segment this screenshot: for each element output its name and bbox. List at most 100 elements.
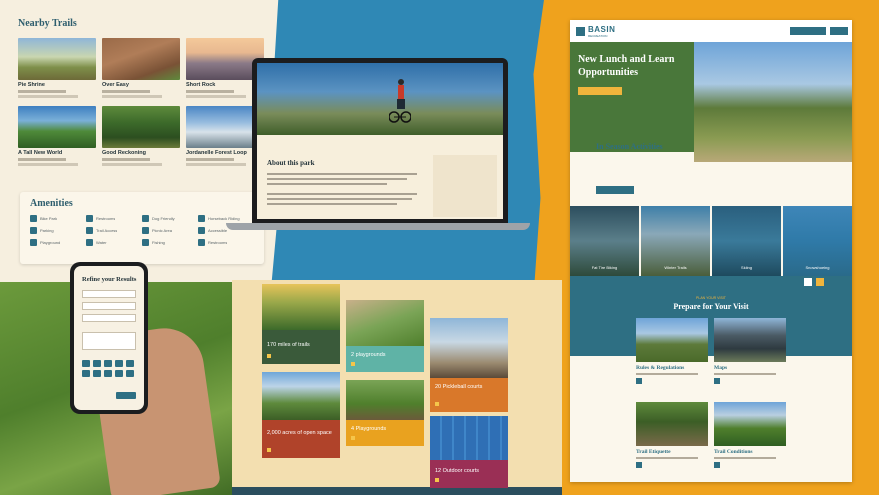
tile-photo: [262, 284, 340, 330]
text-line: [267, 178, 407, 180]
stat-tile[interactable]: 2 playgrounds: [346, 300, 424, 372]
text-line: [267, 193, 417, 195]
trail-meta: [18, 163, 78, 166]
restroom-icon: [86, 215, 93, 222]
tile-link[interactable]: [267, 448, 271, 452]
stat-tile[interactable]: 4 Playgrounds: [346, 380, 424, 446]
amenity-filter-chip[interactable]: [93, 370, 101, 377]
tile-label: 2,000 acres of open space: [267, 430, 332, 436]
filter-field[interactable]: [82, 302, 136, 310]
stat-tile[interactable]: 12 Outdoor courts: [430, 416, 508, 488]
apply-filters-button[interactable]: [116, 392, 136, 399]
tile-link[interactable]: [267, 354, 271, 358]
tile-photo: [430, 318, 508, 378]
season-view-all-button[interactable]: [596, 186, 634, 194]
amenity-filter-chip[interactable]: [82, 370, 90, 377]
amenity-filter-chip[interactable]: [93, 360, 101, 367]
activity-card[interactable]: Fat Tire Biking: [570, 206, 639, 276]
amenity-filter-chip[interactable]: [126, 360, 134, 367]
stat-tile[interactable]: 20 Pickleball courts: [430, 318, 508, 412]
tile-label: 12 Outdoor courts: [435, 468, 480, 474]
tile-photo: [430, 416, 508, 460]
trail-meta: [102, 158, 150, 161]
prep-card-photo: [714, 318, 786, 362]
arrow-icon: [435, 478, 439, 482]
tile-photo: [346, 380, 424, 420]
stat-tile[interactable]: 170 miles of trails: [262, 284, 340, 364]
hero-learn-more-button[interactable]: [578, 87, 622, 95]
amenity-item: Picnic Area: [142, 227, 198, 234]
trail-thumbnail: [18, 38, 96, 80]
activity-row: Fat Tire Biking Winter Trails Skiing Sno…: [570, 206, 852, 276]
laptop-hero-photo: [257, 63, 503, 135]
nearby-trails-title: Nearby Trails: [18, 18, 77, 29]
in-season-section: In Season Activities: [596, 140, 726, 151]
amenity-filter-chip[interactable]: [82, 360, 90, 367]
tile-label: 4 Playgrounds: [351, 426, 387, 432]
prep-card[interactable]: Trail Conditions: [714, 402, 786, 468]
amenity-item: Fishing: [142, 239, 198, 246]
carousel-next-button[interactable]: [816, 278, 824, 286]
trail-grid: Pie Shrine Over Easy Short Rock A Tall N…: [18, 38, 264, 166]
trail-card[interactable]: Over Easy: [102, 38, 180, 98]
activity-card[interactable]: Skiing: [712, 206, 781, 276]
text-line: [714, 457, 776, 459]
prep-card[interactable]: Trail Etiquette: [636, 402, 708, 468]
text-line: [714, 373, 776, 375]
trail-meta: [18, 90, 66, 93]
amenity-filter-chip[interactable]: [104, 370, 112, 377]
arrow-icon: [351, 362, 355, 366]
stat-tile[interactable]: 2,000 acres of open space: [262, 372, 340, 458]
prep-card[interactable]: Rules & Regulations: [636, 318, 708, 384]
arrow-icon: [351, 436, 355, 440]
trail-meta: [186, 163, 246, 166]
trail-thumbnail: [18, 106, 96, 148]
tile-link[interactable]: [351, 362, 355, 366]
trail-card[interactable]: Good Reckoning: [102, 106, 180, 166]
header-cta-button[interactable]: [790, 27, 826, 35]
trail-thumbnail: [102, 106, 180, 148]
tile-link[interactable]: [435, 478, 439, 482]
tile-photo: [262, 372, 340, 420]
prepare-band: PLAN YOUR VISIT Prepare for Your Visit: [570, 276, 852, 356]
hero-panel: New Lunch and Learn Opportunities: [570, 42, 694, 152]
arrow-icon: [714, 378, 720, 384]
amenity-item: Restrooms: [198, 239, 254, 246]
carousel-prev-button[interactable]: [804, 278, 812, 286]
amenity-item: Trail Access: [86, 227, 142, 234]
filter-options[interactable]: [82, 332, 136, 350]
trail-meta: [186, 90, 234, 93]
prep-card-title: Trail Conditions: [714, 449, 753, 455]
refine-results-title: Refine your Results: [82, 276, 137, 283]
laptop-base: [226, 223, 530, 230]
arrow-icon: [636, 462, 642, 468]
tile-label: 20 Pickleball courts: [435, 384, 483, 390]
tile-link[interactable]: [435, 402, 439, 406]
activity-card[interactable]: Snowshoeing: [783, 206, 852, 276]
amenity-filter-chip[interactable]: [126, 370, 134, 377]
amenity-filter-chip[interactable]: [115, 360, 123, 367]
activity-card[interactable]: Winter Trails: [641, 206, 710, 276]
prep-card[interactable]: Maps: [714, 318, 786, 384]
picnic-icon: [142, 227, 149, 234]
tile-link[interactable]: [351, 436, 355, 440]
amenity-item: Playground: [30, 239, 86, 246]
text-line: [267, 203, 397, 205]
amenity-item: Horseback Riding: [198, 215, 254, 222]
amenity-item: Dog Friendly: [142, 215, 198, 222]
menu-button[interactable]: [830, 27, 848, 35]
mountain-biker-icon: [389, 79, 411, 123]
basin-logo-icon: [576, 26, 585, 36]
site-logo[interactable]: BASIN RECREATION: [588, 25, 615, 38]
filter-field[interactable]: [82, 290, 136, 298]
trail-meta: [102, 163, 162, 166]
amenity-filter-chip[interactable]: [115, 370, 123, 377]
bottom-strip: [232, 487, 562, 495]
trail-card[interactable]: Pie Shrine: [18, 38, 96, 98]
trail-card[interactable]: A Tall New World: [18, 106, 96, 166]
amenity-item: Bike Park: [30, 215, 86, 222]
accessible-icon: [198, 227, 205, 234]
amenity-filter-chip[interactable]: [104, 360, 112, 367]
filter-field[interactable]: [82, 314, 136, 322]
tile-label: 2 playgrounds: [351, 352, 386, 358]
